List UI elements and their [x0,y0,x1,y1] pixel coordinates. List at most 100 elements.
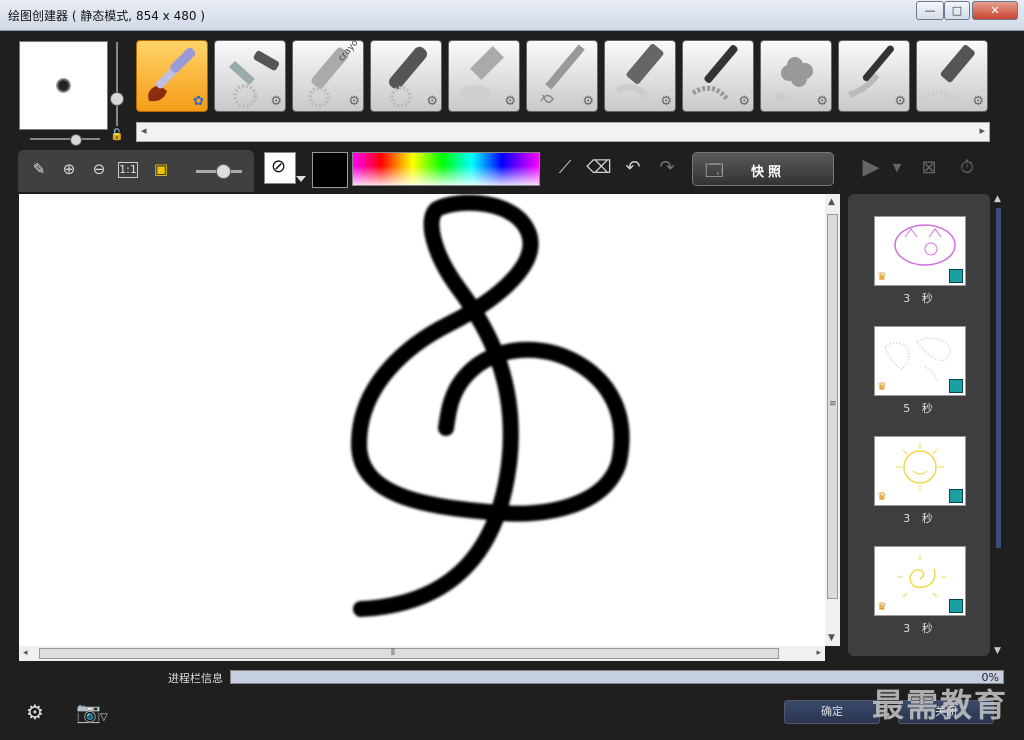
crown-icon: ♛ [877,380,887,393]
slider-knob[interactable] [110,92,124,106]
tool-pencil[interactable]: ⚙ [526,40,598,112]
background-image-icon[interactable]: ▣ [150,158,172,180]
thumbnail-item[interactable]: ♛ 5 秒 [874,326,966,416]
canvas-horizontal-scrollbar[interactable]: ◂ ⦀ ▸ [19,646,825,661]
brush-opacity-slider[interactable] [110,42,124,126]
brush-preview [19,41,108,130]
canvas-toolbar: ✎ ⊕ ⊖ 1:1 ▣ [18,150,254,192]
tool-chalk[interactable]: ⚙ [448,40,520,112]
timer-icon[interactable]: ⏱ [954,155,980,181]
thumbnail-image: ♛ [874,436,966,506]
settings-gear-icon[interactable]: ⚙ [348,94,360,109]
close-window-button[interactable]: ✕ [972,1,1018,20]
eraser-tool-icon[interactable]: ⌫ [586,155,612,181]
delete-frame-icon[interactable]: ⊠ [916,155,942,181]
settings-gear-icon[interactable]: ⚙ [504,94,516,109]
settings-gear-icon[interactable]: ✿ [193,94,204,109]
thumbnail-image: ♛ [874,546,966,616]
film-icon [949,269,963,283]
settings-gear-icon[interactable]: ⚙ [894,94,906,109]
snapshot-thumbnail-panel: ♛ 3 秒 ♛ 5 秒 ♛ 3 秒 ♛ 3 秒 [848,194,990,656]
scroll-right-arrow[interactable]: ▸ [816,648,821,658]
tool-paintbrush[interactable]: ✿ [136,40,208,112]
settings-gear-icon[interactable]: ⚙ [582,94,594,109]
tool-crayon[interactable]: crayo ⚙ [292,40,364,112]
scroll-down-arrow[interactable]: ▼ [828,633,835,643]
scroll-left-arrow[interactable]: ◂ [23,648,28,658]
thumbnail-item[interactable]: ♛ 3 秒 [874,216,966,306]
settings-gear-icon[interactable]: ⚙ [972,94,984,109]
tool-stamp[interactable]: ⚙ [760,40,832,112]
thumbnail-item[interactable]: ♛ 3 秒 [874,436,966,526]
eyedropper-icon[interactable]: ⟋ [552,155,578,181]
undo-icon[interactable]: ↶ [620,155,646,181]
slider-knob[interactable] [216,164,231,179]
title-bar: 绘图创建器 ( 静态模式, 854 x 480 ) — □ ✕ [0,0,1024,31]
treble-clef-stroke [351,194,630,617]
lock-icon[interactable]: 🔓 [110,128,124,141]
canvas-vertical-scrollbar[interactable]: ▲ ≡ ▼ [825,194,840,646]
tool-eraser[interactable]: ⚙ [916,40,988,112]
tool-palette-scrollbar[interactable]: ◂ ▸ [136,122,990,142]
maximize-button[interactable]: □ [944,1,970,20]
chevron-down-icon[interactable] [296,176,306,182]
tool-oil-brush[interactable]: ⚙ [682,40,754,112]
actual-size-button[interactable]: 1:1 [118,162,138,178]
snapshot-button[interactable]: 🗔 快照 [692,152,834,186]
camera-icon[interactable]: 📷 [76,700,101,724]
tool-charcoal[interactable]: ⚙ [370,40,442,112]
scroll-up-arrow[interactable]: ▲ [828,197,835,207]
scroll-down-arrow[interactable]: ▼ [994,646,1001,656]
thumbnail-panel-scrollbar[interactable]: ▲ ▼ [994,194,1004,656]
watermark-text: 最需教育 [872,686,1009,724]
zoom-in-icon[interactable]: ⊕ [58,158,80,180]
no-color-button[interactable]: ⊘ [264,152,296,184]
scroll-right-arrow[interactable]: ▸ [979,124,985,137]
edit-icon[interactable]: ✎ [28,158,50,180]
no-symbol-icon: ⊘ [271,156,287,177]
slider-track [30,138,100,140]
redo-icon[interactable]: ↷ [654,155,680,181]
crown-icon: ♛ [877,600,887,613]
thumbnail-image: ♛ [874,326,966,396]
settings-gear-icon[interactable]: ⚙ [270,94,282,109]
play-icon[interactable]: ▶ [858,155,884,181]
slider-knob[interactable] [70,134,82,146]
ok-button[interactable]: 确定 [784,700,880,724]
scrollbar-thumb[interactable] [39,648,779,659]
progress-label: 进程栏信息 [168,672,223,685]
window-title: 绘图创建器 ( 静态模式, 854 x 480 ) [8,9,205,23]
settings-gear-icon[interactable]: ⚙ [660,94,672,109]
film-icon [949,599,963,613]
zoom-out-icon[interactable]: ⊖ [88,158,110,180]
crayon-label: crayo [337,41,361,64]
thumbnail-duration: 3 秒 [903,512,937,525]
tool-airbrush[interactable]: ⚙ [214,40,286,112]
settings-gear-icon[interactable]: ⚙ [426,94,438,109]
scrollbar-thumb[interactable] [996,208,1001,548]
settings-gear-icon[interactable]: ⚙ [738,94,750,109]
drawing-canvas[interactable] [19,194,825,646]
slider-track [116,42,118,126]
brush-size-slider[interactable] [20,134,106,146]
thumbnail-item[interactable]: ♛ 3 秒 [874,546,966,636]
crown-icon: ♛ [877,270,887,283]
settings-gear-icon[interactable]: ⚙ [816,94,828,109]
tool-palette: ✿ ⚙ crayo ⚙ ⚙ ⚙ ⚙ ⚙ ⚙ ⚙ ⚙ ⚙ [136,40,992,114]
tool-marker[interactable]: ⚙ [604,40,676,112]
current-color-swatch[interactable] [312,152,348,188]
thumbnail-duration: 5 秒 [903,402,937,415]
scroll-grip-icon: ≡ [829,399,837,409]
play-dropdown-arrow-icon[interactable]: ▼ [884,155,910,181]
scroll-left-arrow[interactable]: ◂ [141,124,147,137]
preferences-icon[interactable]: ⚙ [26,700,44,724]
crown-icon: ♛ [877,490,887,503]
minimize-button[interactable]: — [916,1,944,20]
thumbnail-duration: 3 秒 [903,292,937,305]
zoom-slider[interactable] [196,164,242,179]
scroll-up-arrow[interactable]: ▲ [994,194,1001,204]
chevron-down-icon[interactable]: ▽ [100,712,108,723]
color-spectrum-picker[interactable] [352,152,540,186]
snapshot-icon: 🗔 [705,161,724,181]
tool-fine-brush[interactable]: ⚙ [838,40,910,112]
